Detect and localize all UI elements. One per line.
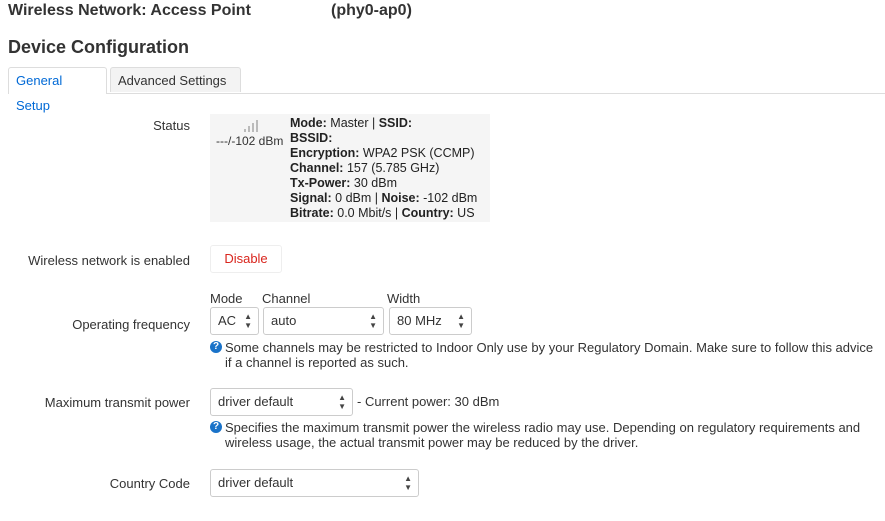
- width-sublabel: Width: [387, 291, 421, 306]
- question-circle-icon: ?: [210, 421, 222, 433]
- tab-general-setup[interactable]: General Setup: [8, 67, 107, 113]
- status-panel: ---/-102 dBm Mode: Master | SSID: BSSID:…: [210, 114, 490, 222]
- mode-sublabel: Mode: [210, 291, 243, 306]
- txpower-help-line1: Specifies the maximum transmit power the…: [225, 420, 861, 435]
- updown-arrows-icon: ▲ ▼: [404, 474, 412, 492]
- current-power-text: - Current power: 30 dBm: [357, 394, 500, 409]
- enabled-label: Wireless network is enabled: [28, 253, 190, 268]
- status-details: Mode: Master | SSID: BSSID: Encryption: …: [290, 116, 478, 220]
- status-label: Status: [153, 118, 190, 133]
- updown-arrows-icon: ▲ ▼: [369, 312, 377, 330]
- disable-button[interactable]: Disable: [210, 245, 282, 273]
- interface-name: (phy0-ap0): [331, 2, 412, 19]
- updown-arrows-icon: ▲ ▼: [244, 312, 252, 330]
- channel-select[interactable]: auto ▲ ▼: [263, 307, 384, 335]
- country-label: Country Code: [109, 476, 190, 491]
- section-title: Device Configuration: [8, 37, 190, 57]
- width-select[interactable]: 80 MHz ▲ ▼: [389, 307, 472, 335]
- frequency-help-line1: Some channels may be restricted to Indoo…: [225, 340, 874, 355]
- updown-arrows-icon: ▲ ▼: [338, 393, 346, 411]
- channel-sublabel: Channel: [262, 291, 311, 306]
- question-circle-icon: ?: [210, 341, 222, 353]
- signal-strength-text: ---/-102 dBm: [216, 134, 284, 148]
- country-select[interactable]: driver default ▲ ▼: [210, 469, 419, 497]
- txpower-help-line2: wireless usage, the actual transmit powe…: [225, 435, 639, 450]
- mode-select[interactable]: AC ▲ ▼: [210, 307, 259, 335]
- signal-bars-icon: [244, 118, 262, 132]
- tab-advanced-settings[interactable]: Advanced Settings: [110, 67, 241, 92]
- updown-arrows-icon: ▲ ▼: [457, 312, 465, 330]
- frequency-label: Operating frequency: [72, 317, 190, 332]
- tab-bar: General Setup Advanced Settings: [8, 67, 885, 113]
- frequency-help-line2: if a channel is reported as such.: [225, 355, 409, 370]
- page-title: Wireless Network: Access Point: [8, 2, 251, 19]
- txpower-select[interactable]: driver default ▲ ▼: [210, 388, 353, 416]
- frequency-help: ? Some channels may be restricted to Ind…: [210, 340, 885, 372]
- txpower-label: Maximum transmit power: [44, 395, 190, 410]
- txpower-help: ? Specifies the maximum transmit power t…: [210, 420, 885, 452]
